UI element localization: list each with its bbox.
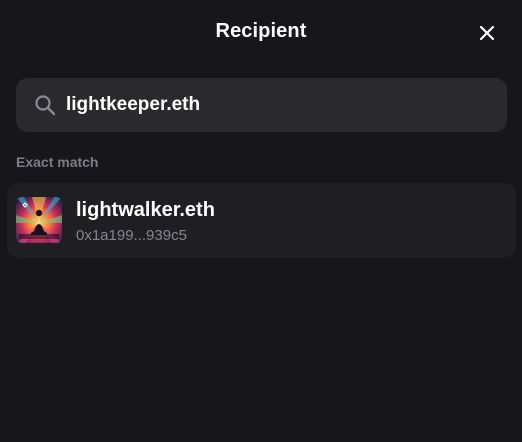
result-name: lightwalker.eth [76, 199, 215, 221]
close-icon [479, 25, 495, 41]
search-input[interactable] [66, 78, 486, 132]
modal-title: Recipient [215, 20, 307, 42]
modal-header: Recipient [0, 0, 522, 66]
search-icon [35, 95, 56, 116]
close-button[interactable] [474, 20, 500, 46]
result-item[interactable]: lightwalker.eth 0x1a199...939c5 [7, 183, 516, 258]
search-box[interactable] [16, 78, 507, 132]
result-address: 0x1a199...939c5 [76, 227, 187, 244]
section-label-exact-match: Exact match [16, 154, 99, 170]
avatar [16, 197, 62, 243]
